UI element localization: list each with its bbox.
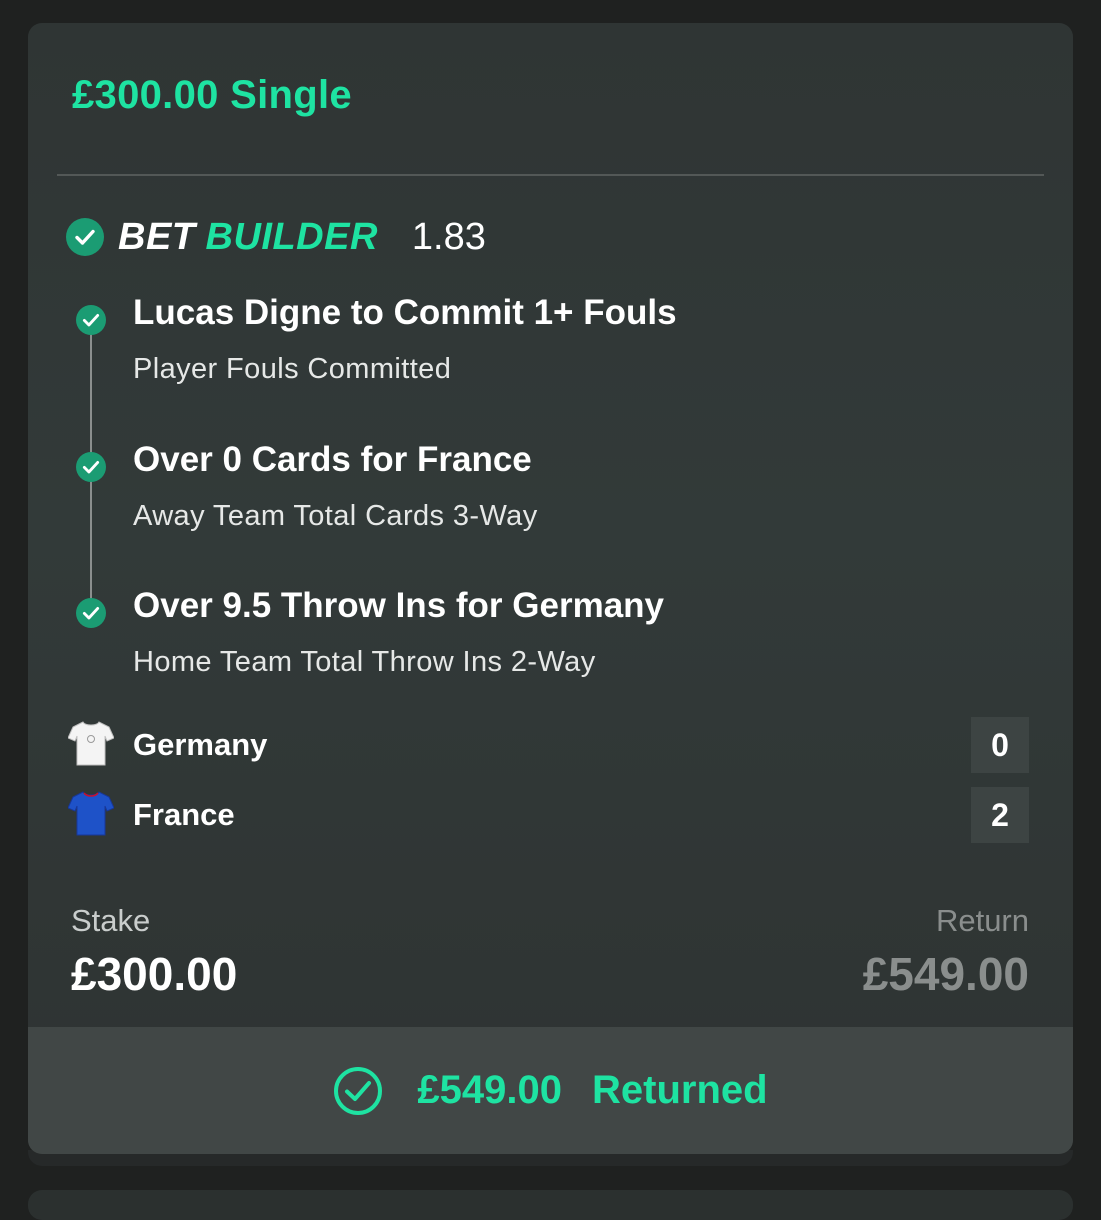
check-circle-icon — [76, 598, 106, 628]
leg-subtitle: Player Fouls Committed — [133, 353, 452, 385]
leg-title: Over 9.5 Throw Ins for Germany — [133, 586, 664, 625]
bet-odds: 1.83 — [411, 215, 486, 258]
check-circle-icon — [76, 305, 106, 335]
leg-title: Over 0 Cards for France — [133, 440, 532, 479]
away-shirt-icon — [68, 791, 114, 836]
divider — [57, 174, 1044, 176]
returned-amount: £549.00 — [417, 1068, 562, 1112]
returned-status: Returned — [592, 1068, 768, 1112]
check-outline-icon — [334, 1066, 383, 1115]
return-label: Return — [935, 903, 1029, 938]
bet-card[interactable]: £300.00 Single BET BUILDER 1.83 Lucas Di… — [28, 23, 1073, 1154]
team-name: France — [133, 797, 235, 832]
stake-label: Stake — [71, 903, 151, 938]
score-box: 2 — [971, 787, 1029, 843]
leg-subtitle: Home Team Total Throw Ins 2-Way — [133, 646, 596, 678]
bet-builder-logo: BET BUILDER — [118, 216, 378, 259]
team-row-home: Germany 0 — [28, 717, 1073, 773]
return-value: £549.00 — [862, 948, 1029, 1000]
returned-banner: £549.00 Returned — [28, 1027, 1073, 1154]
bet-title: £300.00 Single — [72, 73, 352, 117]
leg-subtitle: Away Team Total Cards 3-Way — [133, 500, 538, 532]
check-circle-icon — [76, 452, 106, 482]
home-shirt-icon — [68, 721, 114, 766]
stake-value: £300.00 — [71, 948, 238, 1000]
leg-title: Lucas Digne to Commit 1+ Fouls — [133, 293, 677, 332]
next-bet-card — [28, 1190, 1073, 1220]
bet-builder-logo-word-1: BET — [118, 215, 196, 258]
team-row-away: France 2 — [28, 787, 1073, 843]
score-box: 0 — [971, 717, 1029, 773]
bet-builder-logo-word-2: BUILDER — [205, 215, 378, 258]
bet-builder-row: BET BUILDER 1.83 — [66, 215, 486, 259]
team-name: Germany — [133, 727, 268, 762]
check-circle-icon — [66, 218, 104, 256]
